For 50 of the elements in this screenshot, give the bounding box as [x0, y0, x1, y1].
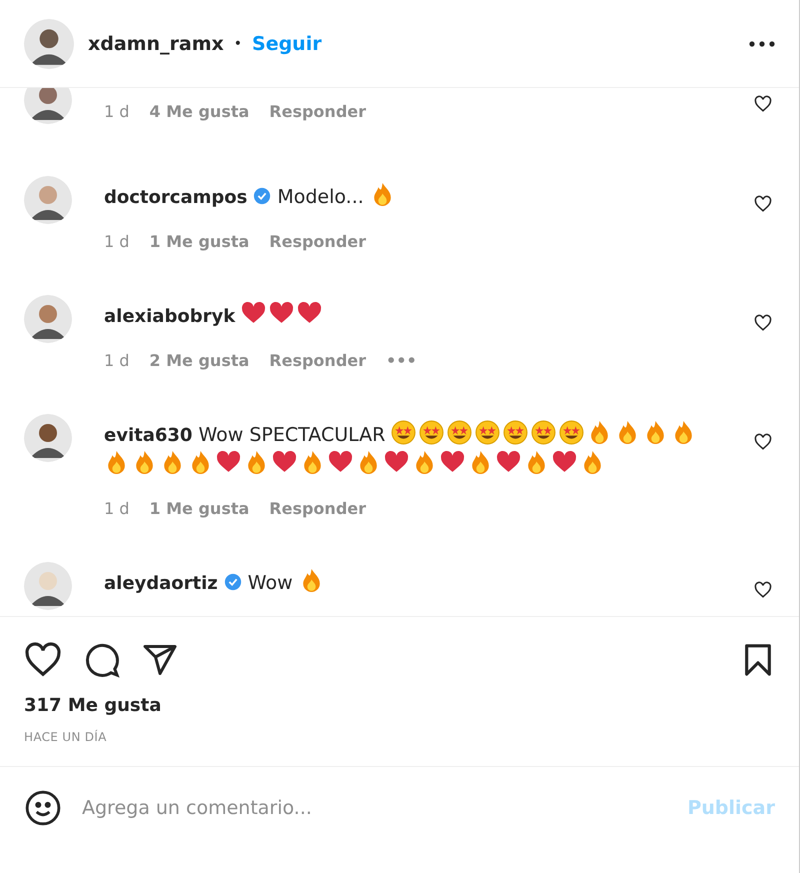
avatar[interactable]: [24, 18, 74, 68]
star-eyes-face-icon: [503, 420, 528, 445]
star-eyes-face-icon: [391, 420, 416, 445]
username[interactable]: evita630: [104, 425, 192, 446]
like-count[interactable]: 1 Me gusta: [149, 499, 250, 518]
comment-icon[interactable]: [84, 642, 120, 678]
like-icon[interactable]: [24, 641, 62, 679]
star-eyes-face-icon: [419, 420, 444, 445]
reply-link[interactable]: Responder: [269, 351, 366, 370]
separator: •: [234, 36, 242, 52]
username[interactable]: xdamn_ramx: [88, 32, 224, 54]
like-count[interactable]: 317 Me gusta: [0, 687, 799, 716]
comment-age: 1 d: [104, 351, 130, 370]
username[interactable]: alexiabobryk: [104, 306, 236, 327]
send-icon[interactable]: [142, 642, 178, 678]
star-eyes-face-icon: [475, 420, 500, 445]
like-count[interactable]: 1 Me gusta: [149, 232, 250, 251]
like-count[interactable]: 4 Me gusta: [149, 102, 250, 121]
avatar[interactable]: [24, 176, 72, 224]
comment-age: 1 d: [104, 102, 130, 121]
more-options-icon[interactable]: [749, 40, 775, 46]
comment-text: Modelo...: [277, 186, 364, 208]
comment-text: Wow: [248, 572, 293, 594]
post-time: HACE UN DÍA: [23, 728, 108, 744]
comment-age: 1 d: [104, 232, 130, 251]
comment-age: 1 d: [104, 499, 130, 518]
verified-icon: [224, 573, 242, 591]
like-icon[interactable]: [754, 581, 772, 599]
reply-link[interactable]: Responder: [269, 232, 366, 251]
avatar[interactable]: [24, 414, 72, 462]
star-eyes-face-icon: [531, 420, 556, 445]
username[interactable]: doctorcampos: [104, 187, 248, 208]
username[interactable]: aleydaortiz: [104, 573, 218, 594]
avatar[interactable]: [24, 562, 72, 610]
like-count[interactable]: 2 Me gusta: [149, 351, 250, 370]
more-options[interactable]: •••: [386, 351, 417, 370]
comment-text: Wow SPECTACULAR: [198, 424, 386, 446]
like-icon[interactable]: [754, 95, 772, 113]
verified-icon: [253, 187, 272, 205]
like-icon[interactable]: [754, 195, 772, 213]
reply-link[interactable]: Responder: [269, 499, 366, 518]
emoji-icon[interactable]: [24, 789, 62, 827]
avatar[interactable]: [24, 88, 72, 124]
like-icon[interactable]: [754, 314, 772, 332]
like-icon[interactable]: [754, 433, 772, 451]
follow-link[interactable]: Seguir: [252, 32, 322, 54]
star-eyes-face-icon: [559, 420, 584, 445]
reply-link[interactable]: Responder: [269, 102, 366, 121]
star-eyes-face-icon: [447, 420, 472, 445]
avatar[interactable]: [24, 295, 72, 343]
